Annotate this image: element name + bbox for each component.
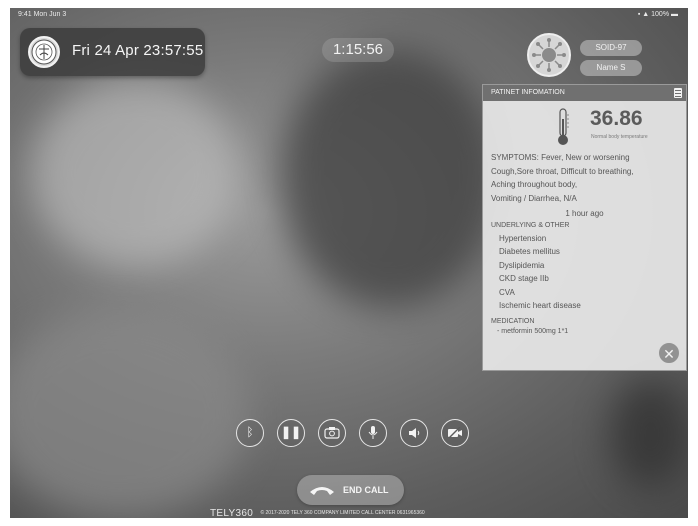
status-battery: ▪ ▲ 100% ▬ [637,11,678,18]
condition-item: Diabetes mellitus [499,247,560,257]
patient-avatar[interactable] [527,33,571,77]
video-call-screen: 9:41 Mon Jun 3 ▪ ▲ 100% ▬ Fri 24 Apr 23:… [10,8,688,518]
pause-icon: ❚❚ [280,425,302,439]
close-icon: ✕ [663,346,675,362]
symptoms-line: Cough,Sore throat, Difficult to breathin… [491,166,634,176]
bluetooth-button[interactable]: ᛒ [236,419,264,447]
condition-item: CKD stage IIb [499,274,549,284]
close-panel-button[interactable]: ✕ [658,342,680,364]
temperature-value: 36.86 [590,107,643,130]
hospital-logo-icon [28,36,60,68]
switch-camera-button[interactable] [318,419,346,447]
background-figure [610,378,688,488]
speaker-icon [409,428,420,438]
datetime-text: Fri 24 Apr 23:57:55 [72,42,204,59]
datetime-card: Fri 24 Apr 23:57:55 [20,28,205,76]
background-person [280,48,500,308]
bluetooth-icon: ᛒ [246,425,254,439]
patient-id-badge: SOID-97 [580,40,642,56]
condition-item: Dyslipidemia [499,260,545,270]
temperature-note: Normal body temperature [591,134,648,140]
microphone-button[interactable] [359,419,387,447]
document-icon[interactable] [674,88,682,98]
call-timer: 1:15:56 [322,38,394,62]
patient-info-panel: PATINET INFOMATION 36.86 Normal body tem… [482,84,687,371]
panel-title: PATINET INFOMATION [491,89,565,96]
phone-hangup-icon [310,487,334,495]
symptoms-line: Aching throughout body, [491,180,578,189]
background-window [30,78,240,268]
medication-heading: MEDICATION [491,318,535,326]
temperature-row: 36.86 Normal body temperature [483,101,686,151]
updated-time: 1 hour ago [565,209,604,218]
video-off-button[interactable] [441,419,469,447]
symptoms-text: SYMPTOMS: Fever, New or worsening Cough,… [483,151,686,205]
virus-icon [532,38,566,72]
camera-switch-icon [324,427,340,439]
symptoms-line: SYMPTOMS: Fever, New or worsening [491,153,630,162]
symptoms-line: Vomiting / Diarrhea, N/A [491,193,577,203]
status-bar: 9:41 Mon Jun 3 ▪ ▲ 100% ▬ [10,8,688,22]
patient-name-badge: Name S [580,60,642,76]
footer: TELY360 © 2017-2020 TELY 360 COMPANY LIM… [210,508,425,518]
condition-item: CVA [499,287,515,297]
thermometer-icon [558,108,569,145]
copyright-text: © 2017-2020 TELY 360 COMPANY LIMITED CAL… [260,510,425,516]
video-off-icon [448,426,462,439]
pause-button[interactable]: ❚❚ [277,419,305,447]
background-sofa [10,308,250,518]
end-call-label: END CALL [343,485,389,495]
condition-item: Ischemic heart disease [499,301,581,311]
microphone-icon [368,426,378,439]
speaker-button[interactable] [400,419,428,447]
status-time: 9:41 Mon Jun 3 [18,11,67,18]
underlying-heading: UNDERLYING & OTHER [491,222,570,229]
panel-header: PATINET INFOMATION [483,85,686,101]
condition-item: Hypertension [499,234,547,243]
end-call-button[interactable]: END CALL [297,475,404,505]
brand-logo: TELY360 [210,508,254,518]
medication-item: - metformin 500mg 1*1 [497,328,569,336]
